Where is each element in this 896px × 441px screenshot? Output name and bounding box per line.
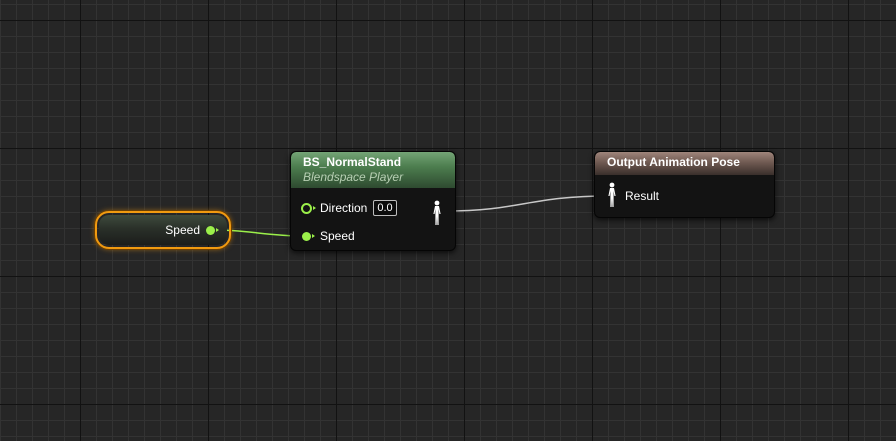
output-animation-pose-node[interactable]: Output Animation Pose Result	[594, 151, 775, 218]
direction-default-value-field[interactable]: 0.0	[373, 200, 397, 216]
direction-input-pin[interactable]	[301, 202, 316, 214]
blendspace-node-header[interactable]: BS_NormalStand Blendspace Player	[291, 152, 455, 188]
speed-variable-node[interactable]: Speed	[95, 211, 231, 249]
speed-input-pin[interactable]	[302, 231, 315, 241]
speed-variable-body: Speed	[99, 215, 227, 245]
blendspace-node-subtitle: Blendspace Player	[303, 170, 404, 184]
pose-output-pin-icon[interactable]	[432, 200, 442, 226]
blendspace-node-title: BS_NormalStand	[303, 155, 402, 169]
pose-wire[interactable]	[444, 195, 609, 212]
speed-pin-label: Speed	[320, 229, 355, 243]
speed-output-pin[interactable]	[206, 225, 219, 235]
speed-variable-label: Speed	[165, 223, 200, 237]
output-node-title: Output Animation Pose	[607, 155, 740, 169]
direction-input-row: Direction 0.0	[301, 199, 397, 217]
result-pin-label: Result	[625, 189, 660, 203]
direction-pin-label: Direction	[320, 201, 368, 215]
result-input-row: Result	[617, 187, 659, 205]
output-node-header[interactable]: Output Animation Pose	[595, 152, 774, 175]
blendspace-player-node[interactable]: BS_NormalStand Blendspace Player Directi…	[290, 151, 456, 251]
result-input-pin-icon[interactable]	[607, 182, 617, 208]
anim-graph-canvas[interactable]: Speed BS_NormalStand Blendspace Player D…	[0, 0, 896, 441]
speed-input-row: Speed	[302, 227, 355, 245]
